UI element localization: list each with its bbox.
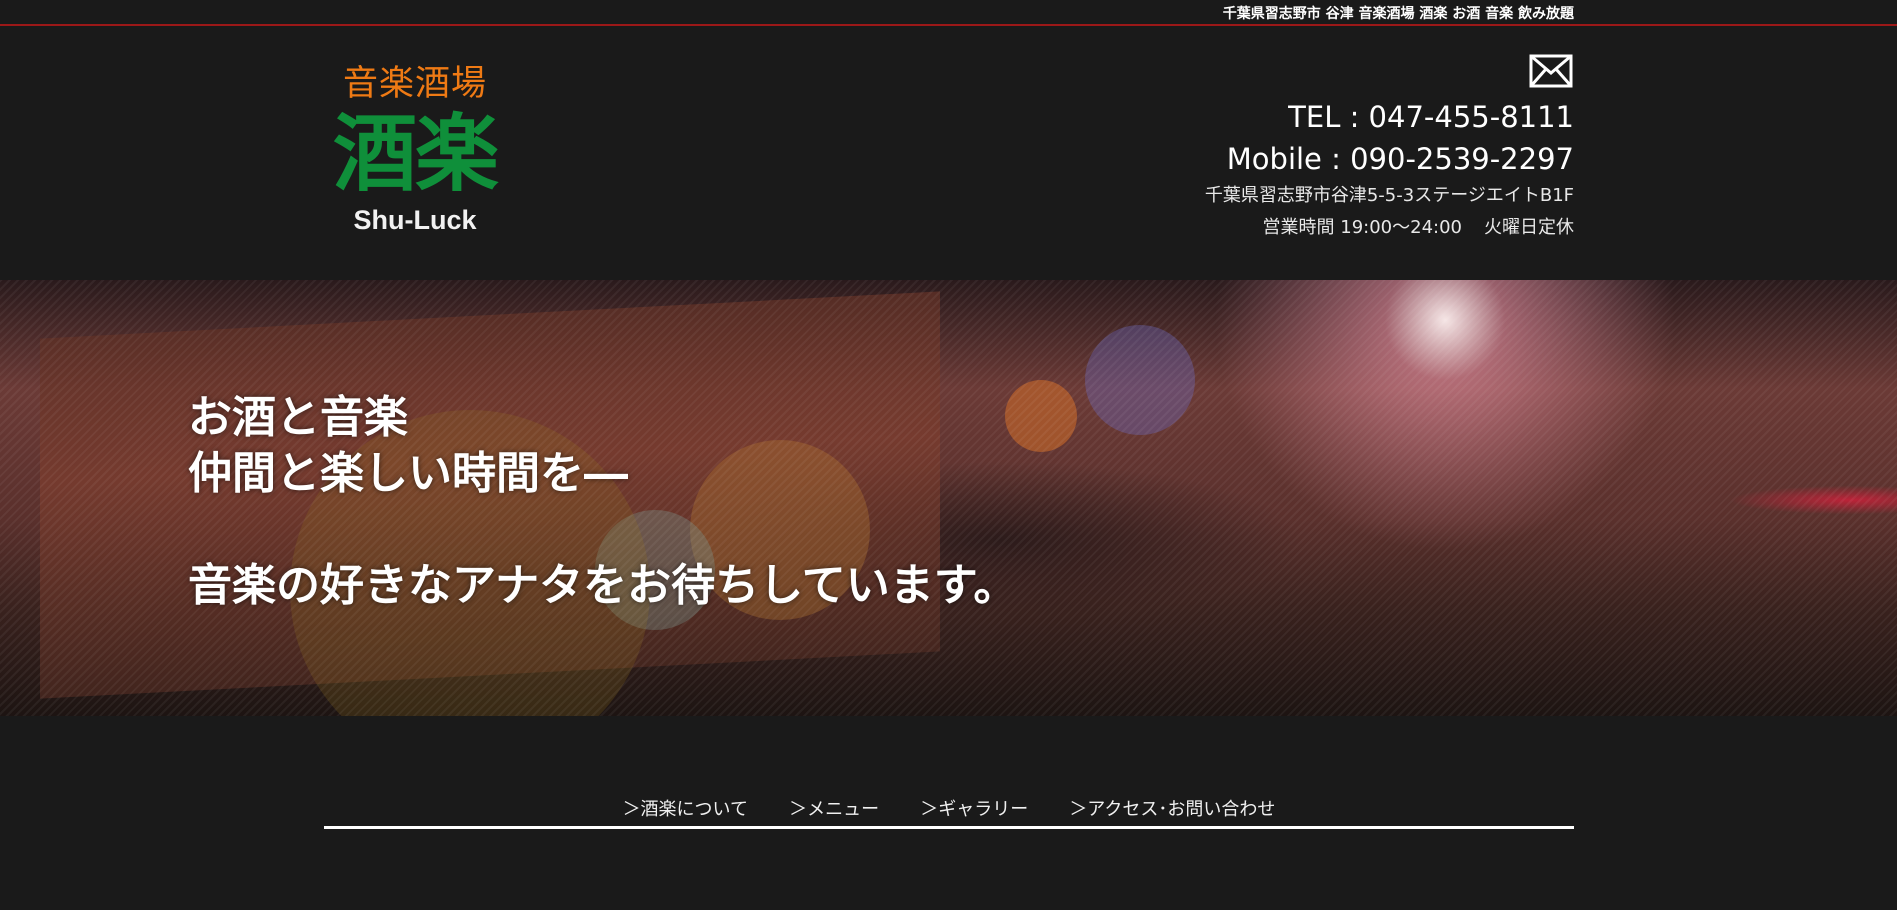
site-tagline: 千葉県習志野市 谷津 音楽酒場 酒楽 お酒 音楽 飲み放題 <box>1222 6 1574 22</box>
business-hours-row: 営業時間 19:00～24:00 火曜日定休 <box>1205 212 1574 244</box>
logo-title: 酒楽 <box>332 104 499 203</box>
hero-banner: お酒と音楽 仲間と楽しい時間を― 音楽の好きなアナタをお待ちしています。 <box>0 280 1897 716</box>
top-bar: 千葉県習志野市 谷津 音楽酒場 酒楽 お酒 音楽 飲み放題 <box>0 0 1897 26</box>
main-navigation: ＞酒楽について ＞メニュー ＞ギャラリー ＞アクセス･お問い合わせ <box>324 796 1574 829</box>
mobile-number[interactable]: Mobile : 090-2539-2297 <box>1205 138 1574 180</box>
hero-line-1: お酒と音楽 <box>188 392 408 443</box>
nav-access-contact[interactable]: ＞アクセス･お問い合わせ <box>1069 796 1275 824</box>
address: 千葉県習志野市谷津5-5-3ステージエイトB1F <box>1204 185 1574 206</box>
nav-menu[interactable]: ＞メニュー <box>789 796 879 824</box>
nav-about[interactable]: ＞酒楽について <box>623 796 748 824</box>
hero-line-3: 音楽の好きなアナタをお待ちしています。 <box>188 560 1018 611</box>
contact-info: TEL : 047-455-8111 Mobile : 090-2539-229… <box>1205 96 1574 244</box>
closed-day: 火曜日定休 <box>1484 217 1574 238</box>
site-logo[interactable]: 音楽酒場 酒楽 Shu-Luck <box>325 62 505 252</box>
logo-english: Shu-Luck <box>353 205 477 235</box>
envelope-icon[interactable] <box>1529 54 1573 88</box>
hero-line-2: 仲間と楽しい時間を― <box>188 448 628 499</box>
nav-gallery[interactable]: ＞ギャラリー <box>920 796 1028 824</box>
business-hours: 営業時間 19:00～24:00 <box>1262 217 1462 238</box>
phone-number[interactable]: TEL : 047-455-8111 <box>1205 96 1574 138</box>
logo-subtitle: 音楽酒場 <box>342 64 487 104</box>
hero-message: お酒と音楽 仲間と楽しい時間を― 音楽の好きなアナタをお待ちしています。 <box>188 390 1017 614</box>
